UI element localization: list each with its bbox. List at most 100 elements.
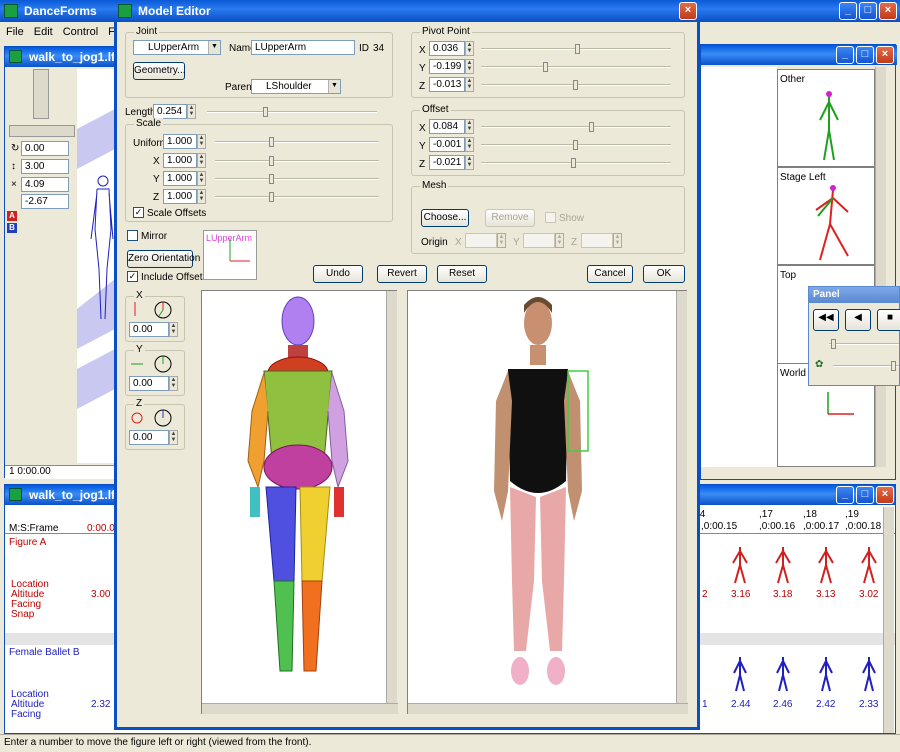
joint-select[interactable]: LUpperArm ▼	[133, 40, 221, 55]
shaded-hscroll[interactable]	[408, 703, 688, 714]
rot-z-spinner[interactable]: ▲ ▼	[169, 430, 178, 445]
rot-x-field[interactable]: 0.00	[129, 322, 169, 337]
cancel-button[interactable]: Cancel	[587, 265, 633, 283]
cam-value-4[interactable]: -2.67	[21, 194, 69, 209]
wireframe-hscroll[interactable]	[202, 703, 398, 714]
offset-z-slider[interactable]	[481, 158, 671, 168]
menu-control[interactable]: Control	[63, 22, 98, 42]
stage-view[interactable]	[77, 69, 115, 463]
rot-y-dial[interactable]	[129, 352, 181, 374]
parent-select[interactable]: LShoulder ▼	[251, 79, 341, 94]
shaded-vscroll[interactable]	[676, 291, 687, 703]
origin-x-field[interactable]	[465, 233, 497, 248]
reset-button[interactable]: Reset	[437, 265, 487, 283]
scale-y-field[interactable]: 1.000	[163, 171, 197, 186]
step-back-button[interactable]: ◀	[845, 309, 871, 331]
close-button[interactable]: ×	[879, 2, 897, 20]
show-mesh-checkbox[interactable]	[545, 212, 556, 223]
main-view[interactable]	[701, 67, 777, 467]
scale-uniform-spinner[interactable]: ▲ ▼	[197, 134, 206, 149]
wireframe-viewport[interactable]	[201, 290, 398, 714]
offset-y-spinner[interactable]: ▲ ▼	[465, 137, 474, 152]
stop-button[interactable]: ■	[877, 309, 900, 331]
include-offsets-checkbox[interactable]: ✓	[127, 271, 138, 282]
pivot-y-slider[interactable]	[481, 62, 671, 72]
zero-orientation-button[interactable]: Zero Orientation	[127, 250, 200, 268]
scale-y-slider[interactable]	[215, 174, 379, 184]
pivot-y-spinner[interactable]: ▲ ▼	[465, 59, 474, 74]
camera-slider[interactable]	[9, 125, 75, 137]
maximize-button[interactable]: □	[856, 46, 874, 64]
minimize-button[interactable]: _	[836, 486, 854, 504]
length-spinner[interactable]: ▲ ▼	[187, 104, 196, 119]
menu-file[interactable]: File	[6, 22, 24, 42]
timeline-scrollbar[interactable]	[883, 507, 894, 733]
maximize-button[interactable]: □	[856, 486, 874, 504]
cam-value-2[interactable]: 3.00	[21, 159, 69, 174]
geometry-button[interactable]: Geometry...	[133, 62, 186, 80]
pivot-y-field[interactable]: -0.199	[429, 59, 465, 74]
pivot-z-slider[interactable]	[481, 80, 671, 90]
close-button[interactable]: ×	[876, 46, 894, 64]
undo-button[interactable]: Undo	[313, 265, 363, 283]
pivot-z-field[interactable]: -0.013	[429, 77, 465, 92]
origin-y-field[interactable]	[523, 233, 555, 248]
pivot-x-field[interactable]: 0.036	[429, 41, 465, 56]
remove-mesh-button[interactable]: Remove	[485, 209, 535, 227]
camera-dolly[interactable]	[33, 69, 49, 119]
maximize-button[interactable]: □	[859, 2, 877, 20]
scale-z-slider[interactable]	[215, 192, 379, 202]
offset-x-field[interactable]: 0.084	[429, 119, 465, 134]
rot-y-spinner[interactable]: ▲ ▼	[169, 376, 178, 391]
offset-y-slider[interactable]	[481, 140, 671, 150]
origin-z-spinner[interactable]: ▲ ▼	[613, 233, 622, 248]
scale-x-field[interactable]: 1.000	[163, 153, 197, 168]
pivot-z-spinner[interactable]: ▲ ▼	[465, 77, 474, 92]
rot-x-dial[interactable]	[129, 298, 181, 320]
offset-z-field[interactable]: -0.021	[429, 155, 465, 170]
scale-y-spinner[interactable]: ▲ ▼	[197, 171, 206, 186]
origin-x-spinner[interactable]: ▲ ▼	[497, 233, 506, 248]
scale-offsets-checkbox[interactable]: ✓	[133, 207, 144, 218]
menu-edit[interactable]: Edit	[34, 22, 53, 42]
offset-x-slider[interactable]	[481, 122, 671, 132]
offset-y-field[interactable]: -0.001	[429, 137, 465, 152]
ok-button[interactable]: OK	[643, 265, 685, 283]
scale-uniform-field[interactable]: 1.000	[163, 134, 197, 149]
mirror-checkbox[interactable]	[127, 230, 138, 241]
cam-value-3[interactable]: 4.09	[21, 177, 69, 192]
offset-x-spinner[interactable]: ▲ ▼	[465, 119, 474, 134]
scale-x-slider[interactable]	[215, 156, 379, 166]
origin-y-spinner[interactable]: ▲ ▼	[555, 233, 564, 248]
view-other[interactable]: Other	[777, 69, 875, 167]
close-button[interactable]: ×	[679, 2, 697, 20]
rewind-button[interactable]: ◀◀	[813, 309, 839, 331]
minimize-button[interactable]: _	[839, 2, 857, 20]
scale-x-spinner[interactable]: ▲ ▼	[197, 153, 206, 168]
length-field[interactable]: 0.254	[153, 104, 187, 119]
views-scrollbar[interactable]	[875, 67, 886, 467]
rot-x-spinner[interactable]: ▲ ▼	[169, 322, 178, 337]
name-field[interactable]: LUpperArm	[251, 40, 355, 55]
rot-y-field[interactable]: 0.00	[129, 376, 169, 391]
minimize-button[interactable]: _	[836, 46, 854, 64]
cam-value-1[interactable]: 0.00	[21, 141, 69, 156]
origin-z-field[interactable]	[581, 233, 613, 248]
choose-mesh-button[interactable]: Choose...	[421, 209, 469, 227]
pivot-x-spinner[interactable]: ▲ ▼	[465, 41, 474, 56]
scale-z-spinner[interactable]: ▲ ▼	[197, 189, 206, 204]
scale-uniform-slider[interactable]	[215, 137, 379, 147]
length-slider[interactable]	[207, 107, 377, 117]
panel-slider-1[interactable]	[829, 339, 899, 349]
panel-speed-slider[interactable]	[833, 361, 899, 371]
rot-z-dial[interactable]	[129, 406, 181, 428]
offset-z-spinner[interactable]: ▲ ▼	[465, 155, 474, 170]
wireframe-vscroll[interactable]	[386, 291, 397, 703]
close-button[interactable]: ×	[876, 486, 894, 504]
scale-z-field[interactable]: 1.000	[163, 189, 197, 204]
rot-z-field[interactable]: 0.00	[129, 430, 169, 445]
view-stage-left[interactable]: Stage Left	[777, 167, 875, 265]
pivot-x-slider[interactable]	[481, 44, 671, 54]
revert-button[interactable]: Revert	[377, 265, 427, 283]
shaded-viewport[interactable]	[407, 290, 688, 714]
